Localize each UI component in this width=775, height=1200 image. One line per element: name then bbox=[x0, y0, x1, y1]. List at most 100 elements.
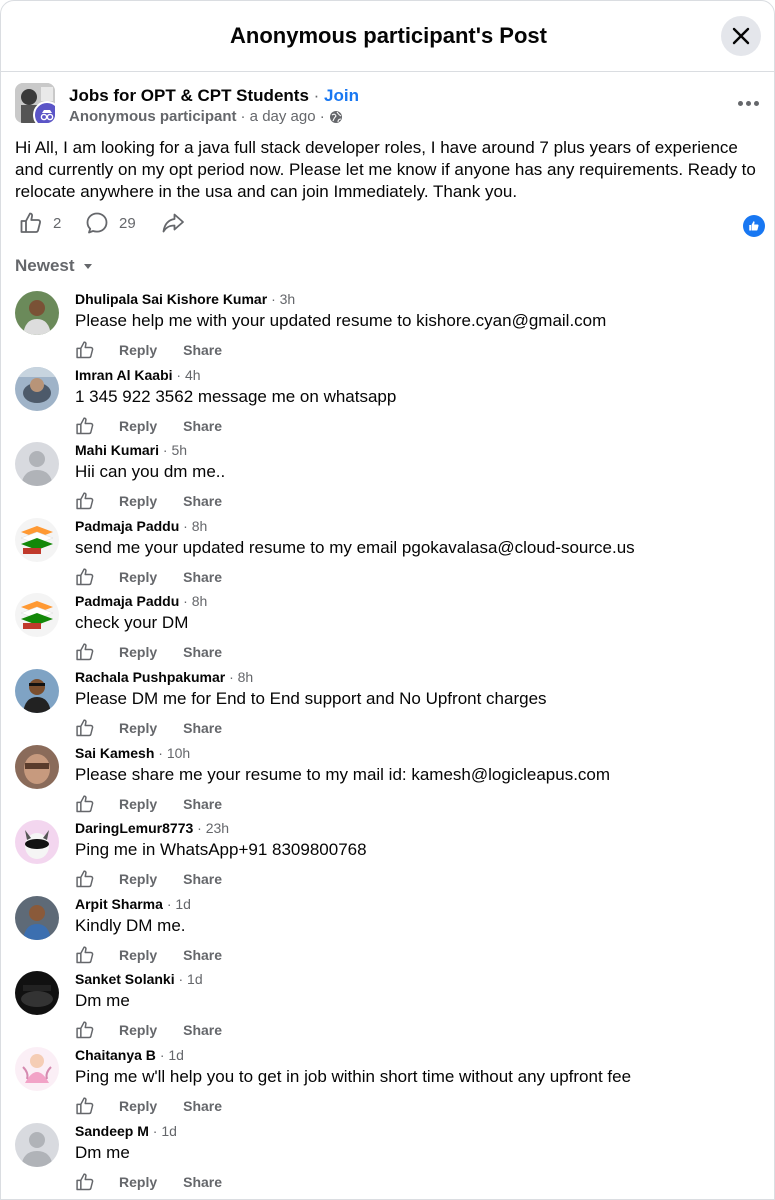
post-time[interactable]: · a day ago · bbox=[241, 108, 325, 125]
comment-like-icon bbox=[76, 1021, 94, 1039]
commenter-name[interactable]: Chaitanya B bbox=[75, 1047, 156, 1063]
comment-item: Imran Al Kaabi · 4h 1 345 922 3562 messag… bbox=[15, 367, 765, 439]
avatar[interactable] bbox=[15, 669, 59, 713]
comment-like-button[interactable] bbox=[75, 717, 97, 739]
reply-button[interactable]: Reply bbox=[119, 493, 157, 509]
commenter-name[interactable]: Mahi Kumari bbox=[75, 442, 159, 458]
reply-button[interactable]: Reply bbox=[119, 947, 157, 963]
share-button[interactable]: Share bbox=[183, 418, 222, 434]
comment-item: Padmaja Paddu · 8h send me your updated r… bbox=[15, 518, 765, 590]
reply-button[interactable]: Reply bbox=[119, 720, 157, 736]
comment-like-icon bbox=[76, 1097, 94, 1115]
share-button[interactable]: Share bbox=[183, 947, 222, 963]
share-button[interactable]: Share bbox=[183, 342, 222, 358]
comment-actions: Reply Share bbox=[75, 944, 222, 966]
share-button[interactable]: Share bbox=[183, 871, 222, 887]
commenter-name[interactable]: DaringLemur8773 bbox=[75, 820, 193, 836]
comment-like-button[interactable] bbox=[75, 566, 97, 588]
comment-time[interactable]: · 8h bbox=[229, 669, 253, 685]
reply-button[interactable]: Reply bbox=[119, 644, 157, 660]
comment-like-button[interactable] bbox=[75, 1019, 97, 1041]
comment-like-button[interactable] bbox=[75, 1171, 97, 1193]
reply-button[interactable]: Reply bbox=[119, 342, 157, 358]
reply-button[interactable]: Reply bbox=[119, 569, 157, 585]
comment-like-icon bbox=[76, 870, 94, 888]
share-button[interactable]: Share bbox=[183, 493, 222, 509]
more-options-button[interactable] bbox=[736, 93, 760, 113]
commenter-name[interactable]: Sandeep M bbox=[75, 1123, 149, 1139]
commenter-name[interactable]: Arpit Sharma bbox=[75, 896, 163, 912]
avatar[interactable] bbox=[15, 896, 59, 940]
comment-sort-dropdown[interactable]: Newest bbox=[15, 256, 95, 276]
avatar[interactable] bbox=[15, 820, 59, 864]
comment-like-icon bbox=[76, 417, 94, 435]
comment-like-button[interactable] bbox=[75, 339, 97, 361]
join-button[interactable]: Join bbox=[324, 86, 359, 105]
comment-like-button[interactable] bbox=[75, 641, 97, 663]
commenter-name[interactable]: Padmaja Paddu bbox=[75, 518, 179, 534]
comment-time[interactable]: · 4h bbox=[176, 367, 200, 383]
share-button[interactable]: Share bbox=[183, 1098, 222, 1114]
comment-like-button[interactable] bbox=[75, 415, 97, 437]
comment-like-button[interactable] bbox=[75, 944, 97, 966]
share-button[interactable]: Share bbox=[183, 720, 222, 736]
avatar[interactable] bbox=[15, 291, 59, 335]
share-button[interactable]: Share bbox=[183, 569, 222, 585]
reply-button[interactable]: Reply bbox=[119, 1098, 157, 1114]
reaction-badge-icon[interactable] bbox=[743, 215, 765, 237]
comment-time[interactable]: · 1d bbox=[160, 1047, 184, 1063]
comment-time[interactable]: · 1d bbox=[153, 1123, 177, 1139]
share-button[interactable]: Share bbox=[183, 644, 222, 660]
comment-like-icon bbox=[76, 1173, 94, 1191]
reply-button[interactable]: Reply bbox=[119, 796, 157, 812]
comment-time[interactable]: · 5h bbox=[163, 442, 187, 458]
comment-action[interactable]: 29 bbox=[85, 211, 136, 235]
avatar[interactable] bbox=[15, 593, 59, 637]
avatar[interactable] bbox=[15, 1123, 59, 1167]
comment-time[interactable]: · 1d bbox=[178, 971, 202, 987]
share-action[interactable] bbox=[161, 211, 185, 235]
reply-button[interactable]: Reply bbox=[119, 871, 157, 887]
comment-text: Please DM me for End to End support and … bbox=[75, 689, 547, 708]
avatar[interactable] bbox=[15, 1047, 59, 1091]
comment-time[interactable]: · 23h bbox=[197, 820, 229, 836]
like-action[interactable]: 2 bbox=[19, 211, 61, 235]
comment-header: Mahi Kumari · 5h bbox=[75, 442, 187, 458]
post-header: Jobs for OPT & CPT Students · Join Anony… bbox=[15, 83, 760, 129]
comment-time[interactable]: · 1d bbox=[167, 896, 191, 912]
share-button[interactable]: Share bbox=[183, 1174, 222, 1190]
share-button[interactable]: Share bbox=[183, 796, 222, 812]
avatar[interactable] bbox=[15, 367, 59, 411]
group-name-link[interactable]: Jobs for OPT & CPT Students bbox=[69, 86, 309, 105]
commenter-name[interactable]: Dhulipala Sai Kishore Kumar bbox=[75, 291, 267, 307]
avatar[interactable] bbox=[15, 745, 59, 789]
comment-like-button[interactable] bbox=[75, 490, 97, 512]
comment-like-button[interactable] bbox=[75, 868, 97, 890]
comment-like-button[interactable] bbox=[75, 1095, 97, 1117]
comment-time[interactable]: · 8h bbox=[183, 593, 207, 609]
comment-actions: Reply Share bbox=[75, 1019, 222, 1041]
avatar[interactable] bbox=[15, 971, 59, 1015]
reply-button[interactable]: Reply bbox=[119, 1022, 157, 1038]
close-button[interactable] bbox=[721, 16, 761, 56]
comment-time[interactable]: · 3h bbox=[271, 291, 295, 307]
share-button[interactable]: Share bbox=[183, 1022, 222, 1038]
commenter-name[interactable]: Rachala Pushpakumar bbox=[75, 669, 225, 685]
avatar[interactable] bbox=[15, 442, 59, 486]
commenter-name[interactable]: Padmaja Paddu bbox=[75, 593, 179, 609]
commenter-name[interactable]: Imran Al Kaabi bbox=[75, 367, 173, 383]
commenter-name[interactable]: Sai Kamesh bbox=[75, 745, 154, 761]
commenter-name[interactable]: Sanket Solanki bbox=[75, 971, 175, 987]
avatar[interactable] bbox=[15, 518, 59, 562]
comment-like-button[interactable] bbox=[75, 793, 97, 815]
comment-time[interactable]: · 8h bbox=[183, 518, 207, 534]
comment-header: Imran Al Kaabi · 4h bbox=[75, 367, 201, 383]
comment-text: Please help me with your updated resume … bbox=[75, 311, 607, 330]
comment-time[interactable]: · 10h bbox=[158, 745, 190, 761]
reply-button[interactable]: Reply bbox=[119, 418, 157, 434]
comment-text: Ping me in WhatsApp+91 8309800768 bbox=[75, 840, 367, 859]
group-avatar[interactable] bbox=[15, 83, 55, 123]
comment-actions: Reply Share bbox=[75, 415, 222, 437]
anonymous-badge-icon bbox=[33, 101, 55, 123]
reply-button[interactable]: Reply bbox=[119, 1174, 157, 1190]
